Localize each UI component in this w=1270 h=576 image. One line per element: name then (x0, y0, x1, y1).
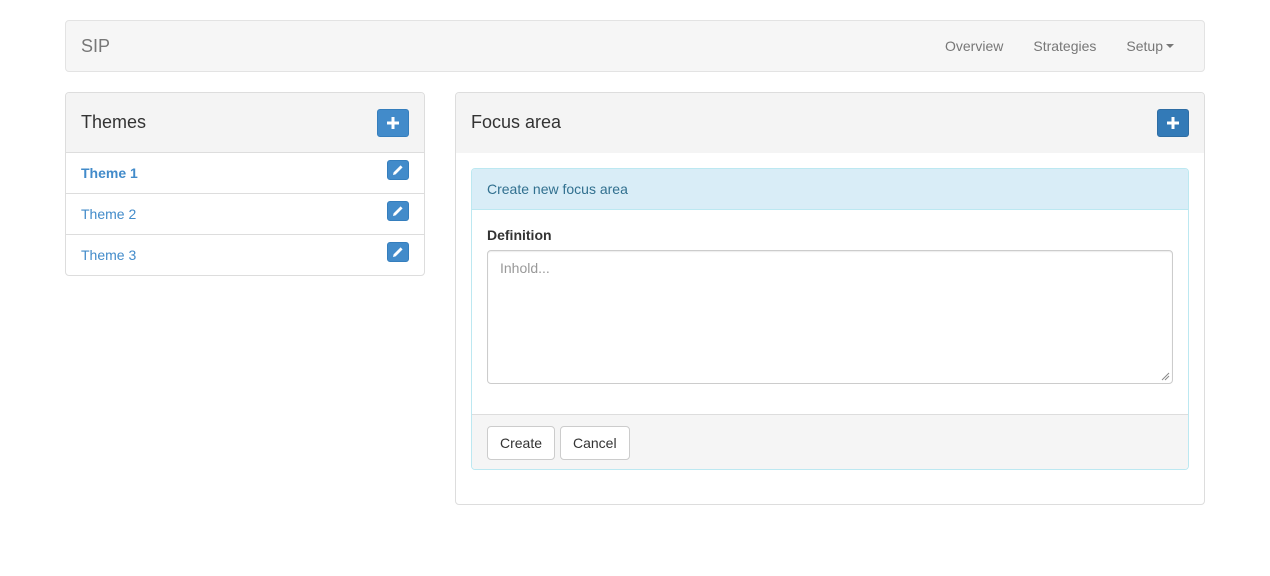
edit-theme-button[interactable] (387, 201, 409, 221)
focus-area-panel-heading: Focus area (456, 93, 1204, 153)
focus-area-panel-title: Focus area (471, 112, 562, 132)
cancel-button[interactable]: Cancel (560, 426, 630, 460)
plus-icon (1167, 117, 1179, 129)
brand-logo[interactable]: SIP (81, 36, 110, 56)
edit-theme-button[interactable] (387, 160, 409, 180)
create-focus-area-form: Create new focus area Definition Create … (471, 168, 1189, 470)
add-focus-area-button[interactable] (1157, 109, 1189, 137)
themes-panel: Themes Theme 1 Theme 2 Theme 3 (65, 92, 425, 276)
nav-item-overview[interactable]: Overview (945, 38, 1003, 54)
theme-link-1[interactable]: Theme 1 (81, 165, 138, 181)
nav-item-setup-label: Setup (1126, 38, 1163, 54)
list-item: Theme 1 (66, 153, 424, 194)
create-button[interactable]: Create (487, 426, 556, 460)
caret-down-icon (1166, 44, 1174, 48)
plus-icon (387, 117, 399, 129)
nav-item-setup-dropdown[interactable]: Setup (1126, 38, 1174, 54)
form-footer: Create Cancel (472, 414, 1188, 469)
definition-label: Definition (487, 227, 552, 243)
add-theme-button[interactable] (377, 109, 409, 137)
themes-panel-title: Themes (81, 112, 147, 132)
list-item: Theme 2 (66, 194, 424, 235)
nav-menu: Overview Strategies Setup (915, 21, 1174, 71)
theme-list: Theme 1 Theme 2 Theme 3 (66, 153, 424, 276)
themes-panel-heading: Themes (66, 93, 424, 153)
pencil-icon (393, 165, 403, 175)
focus-area-panel: Focus area Create new focus area Definit… (455, 92, 1205, 505)
theme-link-2[interactable]: Theme 2 (81, 206, 136, 222)
definition-textarea[interactable] (487, 250, 1173, 384)
form-heading: Create new focus area (472, 169, 1188, 210)
list-item: Theme 3 (66, 235, 424, 276)
edit-theme-button[interactable] (387, 242, 409, 262)
resize-handle-icon[interactable] (1161, 372, 1170, 381)
navbar: SIP Overview Strategies Setup (65, 20, 1205, 72)
pencil-icon (393, 247, 403, 257)
theme-link-3[interactable]: Theme 3 (81, 247, 136, 263)
pencil-icon (393, 206, 403, 216)
nav-item-strategies[interactable]: Strategies (1033, 38, 1096, 54)
